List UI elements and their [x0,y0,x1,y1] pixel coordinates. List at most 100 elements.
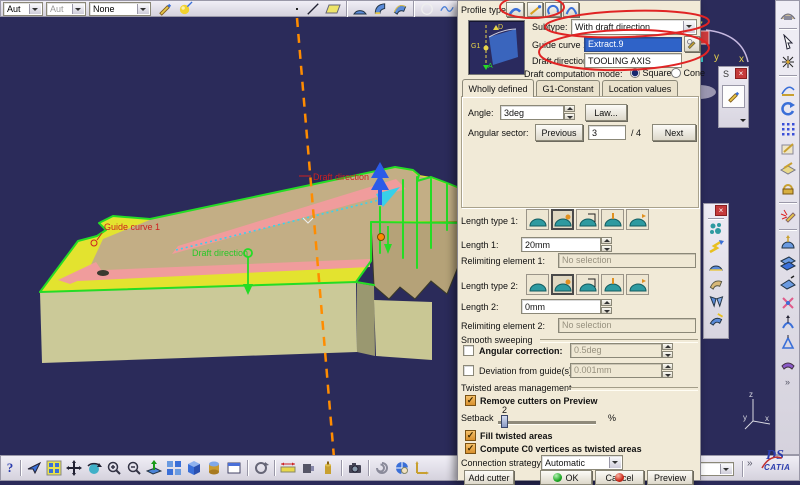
select-cursor-icon[interactable] [778,32,798,52]
length-type-2-option-5[interactable] [626,274,649,295]
pan-icon[interactable] [64,458,84,478]
length-type-1-option-3[interactable] [576,209,599,230]
rotate-turntable-icon[interactable] [251,458,271,478]
compute-c0-checkbox[interactable]: ✓ [465,443,476,454]
measure-between-icon[interactable] [278,458,298,478]
deviation-spinner[interactable] [662,363,673,378]
length-type-2-option-2[interactable] [551,274,574,295]
clamp-icon[interactable] [778,179,798,199]
tab-location-values[interactable]: Location values [602,80,678,97]
render-style-icon[interactable] [204,458,224,478]
point-icon[interactable] [291,0,303,19]
painter-icon[interactable] [155,0,175,19]
swept-surface-icon[interactable] [706,274,726,292]
setback-slider-thumb[interactable] [501,415,508,428]
chevron-down-icon[interactable] [609,457,621,468]
model-front-face[interactable] [40,282,357,363]
blend-surface-icon[interactable] [706,310,726,328]
spline-mesh-icon[interactable] [706,220,726,238]
spline-icon[interactable] [437,0,457,19]
relimiting-element-1-field[interactable]: No selection [558,253,696,268]
chevron-down-icon[interactable] [72,3,84,14]
length-1-spinner[interactable] [601,237,612,252]
grid-points-icon[interactable] [778,119,798,139]
preview-button[interactable]: Preview [647,470,693,485]
law-curve-icon[interactable] [778,79,798,99]
close-icon[interactable]: × [715,205,727,216]
profile-type-circle-button[interactable] [545,2,561,17]
deviation-field[interactable]: 0.001mm [570,363,662,378]
develop-icon[interactable] [778,353,798,373]
conic-icon[interactable] [778,333,798,353]
draft-mode-cone-radio[interactable]: Cone [671,68,705,78]
guide-curve-1-field[interactable]: Extract.9 [584,37,682,52]
next-button[interactable]: Next [652,124,696,141]
manipulation-button[interactable] [722,85,745,108]
isometric-view-icon[interactable] [184,458,204,478]
profile-type-explicit-button[interactable] [506,2,524,17]
connection-strategy-combo[interactable]: Automatic [541,455,623,470]
multi-output-icon[interactable] [778,159,798,179]
chevron-down-icon[interactable] [720,464,732,474]
relimiting-element-2-field[interactable]: No selection [558,318,696,333]
chevron-down-icon[interactable] [137,3,149,14]
layer-combo[interactable]: None [89,1,151,16]
sketcher-icon[interactable] [778,139,798,159]
twisted-analysis-icon[interactable] [778,206,798,226]
measure-inertia-icon[interactable] [318,458,338,478]
zoom-in-icon[interactable] [104,458,124,478]
add-cutter-button[interactable]: Add cutter [464,470,514,485]
sweep-surface-icon[interactable] [390,0,410,19]
setback-slider-track[interactable] [498,421,596,424]
surfaces-toolbar[interactable]: × [703,203,729,339]
tab-wholly-defined[interactable]: Wholly defined [462,79,534,97]
angular-sector-field[interactable] [588,125,626,140]
subtype-combo[interactable]: With draft direction [571,19,697,35]
remove-cutters-checkbox[interactable]: ✓ [465,395,476,406]
navigate-globe-icon[interactable] [392,458,412,478]
length-type-1-option-5[interactable] [626,209,649,230]
length-type-1-option-4[interactable] [601,209,624,230]
spiral-icon[interactable] [372,458,392,478]
fit-all-icon[interactable] [44,458,64,478]
zoom-out-icon[interactable] [124,458,144,478]
join-icon[interactable] [778,293,798,313]
dome-surface-icon[interactable] [706,256,726,274]
fly-mode-icon[interactable] [24,458,44,478]
bottom-right-combo[interactable] [699,462,734,476]
quick-view-icon[interactable] [164,458,184,478]
draft-direction-field[interactable] [584,53,682,68]
capture-icon[interactable] [345,458,365,478]
length-type-2-option-4[interactable] [601,274,624,295]
help-icon[interactable]: ? [3,458,17,478]
color-combo[interactable]: Aut [3,1,43,16]
length-type-1-option-2[interactable] [551,209,574,230]
repeat-object-icon[interactable] [778,99,798,119]
toolbar-overflow-chevron[interactable]: » [785,377,790,387]
guide-sketch-button[interactable] [684,36,700,52]
revolve-surface-icon[interactable] [370,0,390,19]
length-1-field[interactable] [521,237,601,252]
snap-icon[interactable] [778,52,798,72]
chevron-down-icon[interactable] [683,21,695,33]
cancel-button[interactable]: Cancel [595,470,644,485]
extremum-icon[interactable] [778,233,798,253]
exit-workbench-icon[interactable] [778,5,798,25]
adaptive-sweep-icon[interactable] [706,238,726,256]
tools-palette[interactable]: S × [718,66,749,128]
orange-handle[interactable] [377,233,385,241]
chevron-down-icon[interactable] [29,3,41,14]
axis-system-icon[interactable] [412,458,432,478]
measure-item-icon[interactable] [298,458,318,478]
deviation-checkbox[interactable] [463,365,474,376]
linetype-combo[interactable]: Aut [46,1,86,16]
fill-twisted-checkbox[interactable]: ✓ [465,430,476,441]
normal-view-icon[interactable] [144,458,164,478]
length-type-1-option-1[interactable] [526,209,549,230]
previous-button[interactable]: Previous [535,124,583,141]
draft-mode-square-radio[interactable]: Square [630,68,672,78]
toolbar-overflow-chevron[interactable]: » [747,458,753,469]
ok-button[interactable]: OK [540,470,592,485]
length-2-field[interactable] [521,299,601,314]
surface-stack-icon[interactable] [778,253,798,273]
